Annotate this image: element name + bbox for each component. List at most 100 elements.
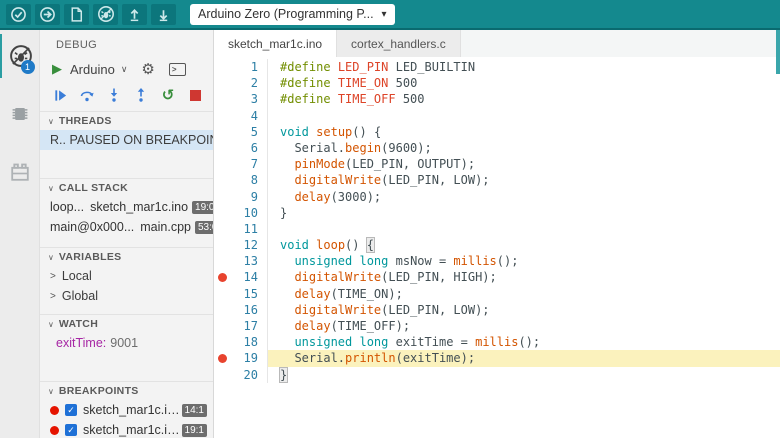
call-stack-label: CALL STACK [58,182,128,194]
code-text[interactable]: delay(TIME_OFF); [267,318,780,335]
step-over-button[interactable] [79,87,95,103]
verify-button[interactable] [6,3,31,25]
breakpoint-gutter[interactable] [214,156,231,172]
import-button[interactable] [151,3,176,25]
start-debug-button[interactable]: ▶ [52,61,62,77]
call-stack-frame[interactable]: loop... sketch_mar1c.ino 19:0 [40,197,213,217]
breakpoint-checkbox[interactable]: ✓ [65,424,77,436]
new-sketch-button[interactable] [64,3,89,25]
watch-row[interactable]: exitTime: 9001 [40,333,213,353]
line-number: 1 [250,60,258,74]
breakpoint-gutter[interactable] [214,91,231,107]
upload-button[interactable] [35,3,60,25]
board-selector-dropdown[interactable]: Arduino Zero (Programming P... ▾ [190,3,395,25]
code-token: setup [316,124,353,139]
continue-icon [54,89,66,101]
code-text[interactable]: unsigned long msNow = millis(); [267,253,780,270]
debug-settings-button[interactable]: ⚙ [141,62,154,77]
line-number: 3 [250,92,258,107]
code-text[interactable]: #define LED_PIN LED_BUILTIN [267,59,780,76]
breakpoint-row[interactable]: ✓ sketch_mar1c.in... 14:1 [40,400,213,420]
breakpoint-gutter[interactable] [214,237,231,253]
editor-scrollbar-thumb[interactable] [776,30,780,74]
breakpoint-gutter[interactable] [214,350,231,366]
code-line: 12 void loop() { [214,237,780,254]
line-number: 6 [250,140,258,155]
watch-header[interactable]: ∨ WATCH [40,315,213,333]
breakpoint-gutter[interactable] [214,108,231,124]
variables-scope-row[interactable]: > Local [40,266,213,286]
code-text[interactable]: #define TIME_ON 500 [267,75,780,92]
tab-cortex-handlers-c[interactable]: cortex_handlers.c [337,30,461,57]
breakpoint-gutter[interactable] [214,253,231,269]
thread-row[interactable]: R.. PAUSED ON BREAKPOINT [40,130,213,150]
tab-sketch-mar1c-ino[interactable]: sketch_mar1c.ino [214,30,338,57]
breakpoint-gutter[interactable] [214,334,231,350]
code-text[interactable]: void setup() { [267,123,780,140]
code-token: TIME_ON [337,76,389,91]
breakpoint-dot-icon [218,353,227,363]
breakpoint-gutter[interactable] [214,205,231,221]
code-text[interactable]: delay(3000); [267,188,780,205]
restart-button[interactable]: ↺ [160,87,176,103]
breakpoint-gutter[interactable] [214,221,231,237]
breakpoint-gutter[interactable] [214,189,231,205]
code-text[interactable]: Serial.begin(9600); [267,139,780,157]
line-number: 5 [250,124,258,139]
debug-button[interactable] [93,3,118,25]
code-token: (); [518,335,541,350]
debug-console-button[interactable]: > [168,62,186,76]
code-text[interactable] [267,107,780,124]
step-out-button[interactable] [133,87,149,103]
code-text[interactable]: digitalWrite(LED_PIN, HIGH); [267,269,780,286]
breakpoint-gutter[interactable] [214,59,231,75]
code-text[interactable]: } [267,204,780,221]
breakpoints-list: ✓ sketch_mar1c.in... 14:1 ✓ sketch_mar1c.in.… [40,400,213,438]
code-text[interactable]: Serial.println(exitTime); [267,350,780,367]
step-into-button[interactable] [106,87,122,103]
continue-button[interactable] [52,87,68,103]
code-text[interactable]: void loop() { [267,237,780,254]
breakpoints-header[interactable]: ∨ BREAKPOINTS [40,382,213,400]
tab-label: cortex_handlers.c [351,36,446,51]
export-button[interactable] [122,3,147,25]
breakpoint-gutter[interactable] [214,75,231,91]
code-text[interactable]: delay(TIME_ON); [267,285,780,302]
activity-item-library-manager[interactable] [0,150,40,194]
code-text[interactable]: digitalWrite(LED_PIN, LOW); [267,301,780,318]
verify-icon [11,6,26,22]
code-token: LED_PIN [337,60,389,74]
activity-item-boards-manager[interactable] [0,92,40,136]
threads-header[interactable]: ∨ THREADS [40,112,213,130]
breakpoint-gutter[interactable] [214,269,231,285]
breakpoint-gutter[interactable] [214,286,231,302]
code-text[interactable]: pinMode(LED_PIN, OUTPUT); [267,156,780,173]
breakpoint-gutter[interactable] [214,140,231,156]
code-token: #define [280,60,331,74]
variables-header[interactable]: ∨ VARIABLES [40,248,213,266]
call-stack-frame[interactable]: main@0x000... main.cpp 53:0 [40,217,213,237]
upload-icon [40,6,55,22]
variables-scope-row[interactable]: > Global [40,286,213,306]
debug-config-select[interactable]: Arduino ∨ [70,62,127,77]
call-stack-header[interactable]: ∨ CALL STACK [40,179,213,197]
watch-label: WATCH [58,318,99,330]
code-text[interactable]: unsigned long exitTime = millis(); [267,334,780,351]
breakpoint-checkbox[interactable]: ✓ [65,404,77,416]
breakpoint-gutter[interactable] [214,367,231,383]
code-text[interactable]: digitalWrite(LED_PIN, LOW); [267,172,780,189]
code-text[interactable]: #define TIME_OFF 500 [267,91,780,108]
breakpoint-gutter[interactable] [214,172,231,188]
breakpoint-gutter[interactable] [214,302,231,318]
breakpoint-gutter[interactable] [214,318,231,334]
stop-button[interactable] [187,87,203,103]
code-text[interactable]: } [267,366,780,383]
code-token: println [345,351,396,366]
activity-item-debug[interactable]: 1 [0,34,40,78]
variables-label: VARIABLES [58,251,122,263]
code-text[interactable] [267,220,780,238]
breakpoint-gutter[interactable] [214,124,231,140]
breakpoint-row[interactable]: ✓ sketch_mar1c.in... 19:1 [40,420,213,438]
